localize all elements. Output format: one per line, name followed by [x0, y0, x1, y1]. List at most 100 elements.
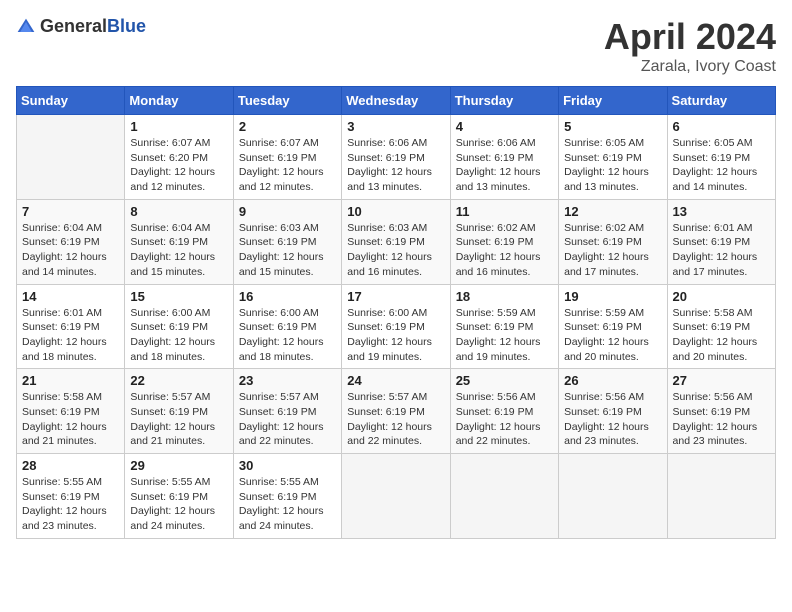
calendar-cell: 20 Sunrise: 5:58 AM Sunset: 6:19 PM Dayli… — [667, 284, 775, 369]
calendar-body: 1 Sunrise: 6:07 AM Sunset: 6:20 PM Daylig… — [17, 115, 776, 539]
day-number: 21 — [22, 373, 119, 388]
calendar-cell: 19 Sunrise: 5:59 AM Sunset: 6:19 PM Dayli… — [559, 284, 667, 369]
day-info: Sunrise: 6:00 AM Sunset: 6:19 PM Dayligh… — [347, 306, 444, 365]
day-info: Sunrise: 6:02 AM Sunset: 6:19 PM Dayligh… — [456, 221, 553, 280]
calendar-cell: 3Sunrise: 6:06 AM Sunset: 6:19 PM Daylig… — [342, 115, 450, 200]
day-number: 4 — [456, 119, 553, 134]
calendar-cell: 9 Sunrise: 6:03 AM Sunset: 6:19 PM Daylig… — [233, 199, 341, 284]
day-info: Sunrise: 6:02 AM Sunset: 6:19 PM Dayligh… — [564, 221, 661, 280]
calendar-cell — [342, 454, 450, 539]
logo-general-text: General — [40, 16, 107, 36]
calendar-cell: 10 Sunrise: 6:03 AM Sunset: 6:19 PM Dayli… — [342, 199, 450, 284]
calendar-cell: 11 Sunrise: 6:02 AM Sunset: 6:19 PM Dayli… — [450, 199, 558, 284]
day-number: 19 — [564, 289, 661, 304]
calendar-cell: 6 Sunrise: 6:05 AM Sunset: 6:19 PM Daylig… — [667, 115, 775, 200]
day-number: 12 — [564, 204, 661, 219]
weekday-header-cell: Thursday — [450, 87, 558, 115]
day-info: Sunrise: 6:05 AM Sunset: 6:19 PM Dayligh… — [673, 136, 770, 195]
day-number: 15 — [130, 289, 227, 304]
day-number: 9 — [239, 204, 336, 219]
day-number: 2 — [239, 119, 336, 134]
calendar-cell: 2 Sunrise: 6:07 AM Sunset: 6:19 PM Daylig… — [233, 115, 341, 200]
day-info: Sunrise: 5:56 AM Sunset: 6:19 PM Dayligh… — [456, 390, 553, 449]
calendar-cell: 21Sunrise: 5:58 AM Sunset: 6:19 PM Dayli… — [17, 369, 125, 454]
day-number: 26 — [564, 373, 661, 388]
calendar-week-row: 14Sunrise: 6:01 AM Sunset: 6:19 PM Dayli… — [17, 284, 776, 369]
day-number: 3 — [347, 119, 444, 134]
calendar-cell: 18Sunrise: 5:59 AM Sunset: 6:19 PM Dayli… — [450, 284, 558, 369]
calendar-cell: 14Sunrise: 6:01 AM Sunset: 6:19 PM Dayli… — [17, 284, 125, 369]
logo-icon — [16, 17, 36, 37]
location-title: Zarala, Ivory Coast — [604, 58, 776, 76]
calendar-cell: 1 Sunrise: 6:07 AM Sunset: 6:20 PM Daylig… — [125, 115, 233, 200]
calendar-cell — [667, 454, 775, 539]
day-number: 30 — [239, 458, 336, 473]
day-number: 25 — [456, 373, 553, 388]
calendar-cell: 23Sunrise: 5:57 AM Sunset: 6:19 PM Dayli… — [233, 369, 341, 454]
logo: GeneralBlue — [16, 16, 146, 37]
day-number: 11 — [456, 204, 553, 219]
calendar-week-row: 7 Sunrise: 6:04 AM Sunset: 6:19 PM Daylig… — [17, 199, 776, 284]
day-info: Sunrise: 5:55 AM Sunset: 6:19 PM Dayligh… — [22, 475, 119, 534]
day-info: Sunrise: 5:58 AM Sunset: 6:19 PM Dayligh… — [673, 306, 770, 365]
calendar-cell: 4 Sunrise: 6:06 AM Sunset: 6:19 PM Daylig… — [450, 115, 558, 200]
day-info: Sunrise: 6:04 AM Sunset: 6:19 PM Dayligh… — [22, 221, 119, 280]
day-number: 27 — [673, 373, 770, 388]
calendar-cell: 26 Sunrise: 5:56 AM Sunset: 6:19 PM Dayli… — [559, 369, 667, 454]
day-info: Sunrise: 5:56 AM Sunset: 6:19 PM Dayligh… — [673, 390, 770, 449]
weekday-header-cell: Sunday — [17, 87, 125, 115]
day-info: Sunrise: 6:07 AM Sunset: 6:20 PM Dayligh… — [130, 136, 227, 195]
weekday-header-row: SundayMondayTuesdayWednesdayThursdayFrid… — [17, 87, 776, 115]
weekday-header-cell: Friday — [559, 87, 667, 115]
calendar-cell — [559, 454, 667, 539]
calendar-cell: 22 Sunrise: 5:57 AM Sunset: 6:19 PM Dayli… — [125, 369, 233, 454]
day-number: 17 — [347, 289, 444, 304]
weekday-header-cell: Wednesday — [342, 87, 450, 115]
calendar-cell: 5Sunrise: 6:05 AM Sunset: 6:19 PM Daylig… — [559, 115, 667, 200]
day-number: 10 — [347, 204, 444, 219]
calendar-cell — [17, 115, 125, 200]
header: GeneralBlue April 2024 Zarala, Ivory Coa… — [16, 16, 776, 76]
day-info: Sunrise: 5:55 AM Sunset: 6:19 PM Dayligh… — [130, 475, 227, 534]
day-number: 6 — [673, 119, 770, 134]
day-number: 16 — [239, 289, 336, 304]
day-info: Sunrise: 6:04 AM Sunset: 6:19 PM Dayligh… — [130, 221, 227, 280]
calendar-cell: 13 Sunrise: 6:01 AM Sunset: 6:19 PM Dayli… — [667, 199, 775, 284]
weekday-header-cell: Saturday — [667, 87, 775, 115]
day-number: 22 — [130, 373, 227, 388]
day-info: Sunrise: 6:07 AM Sunset: 6:19 PM Dayligh… — [239, 136, 336, 195]
day-info: Sunrise: 6:00 AM Sunset: 6:19 PM Dayligh… — [239, 306, 336, 365]
day-info: Sunrise: 6:01 AM Sunset: 6:19 PM Dayligh… — [673, 221, 770, 280]
calendar-week-row: 28Sunrise: 5:55 AM Sunset: 6:19 PM Dayli… — [17, 454, 776, 539]
day-info: Sunrise: 5:56 AM Sunset: 6:19 PM Dayligh… — [564, 390, 661, 449]
weekday-header-cell: Tuesday — [233, 87, 341, 115]
day-info: Sunrise: 6:00 AM Sunset: 6:19 PM Dayligh… — [130, 306, 227, 365]
day-number: 5 — [564, 119, 661, 134]
day-number: 20 — [673, 289, 770, 304]
calendar-cell: 29 Sunrise: 5:55 AM Sunset: 6:19 PM Dayli… — [125, 454, 233, 539]
calendar-week-row: 1 Sunrise: 6:07 AM Sunset: 6:20 PM Daylig… — [17, 115, 776, 200]
calendar-cell: 16 Sunrise: 6:00 AM Sunset: 6:19 PM Dayli… — [233, 284, 341, 369]
day-info: Sunrise: 5:59 AM Sunset: 6:19 PM Dayligh… — [456, 306, 553, 365]
day-info: Sunrise: 6:06 AM Sunset: 6:19 PM Dayligh… — [456, 136, 553, 195]
title-area: April 2024 Zarala, Ivory Coast — [604, 16, 776, 76]
day-info: Sunrise: 6:03 AM Sunset: 6:19 PM Dayligh… — [347, 221, 444, 280]
day-number: 1 — [130, 119, 227, 134]
day-info: Sunrise: 5:57 AM Sunset: 6:19 PM Dayligh… — [347, 390, 444, 449]
calendar-cell: 24Sunrise: 5:57 AM Sunset: 6:19 PM Dayli… — [342, 369, 450, 454]
weekday-header-cell: Monday — [125, 87, 233, 115]
calendar-cell: 27 Sunrise: 5:56 AM Sunset: 6:19 PM Dayli… — [667, 369, 775, 454]
calendar-cell: 25 Sunrise: 5:56 AM Sunset: 6:19 PM Dayli… — [450, 369, 558, 454]
calendar-week-row: 21Sunrise: 5:58 AM Sunset: 6:19 PM Dayli… — [17, 369, 776, 454]
calendar-cell: 28Sunrise: 5:55 AM Sunset: 6:19 PM Dayli… — [17, 454, 125, 539]
day-info: Sunrise: 5:57 AM Sunset: 6:19 PM Dayligh… — [130, 390, 227, 449]
day-number: 29 — [130, 458, 227, 473]
day-info: Sunrise: 5:59 AM Sunset: 6:19 PM Dayligh… — [564, 306, 661, 365]
day-number: 7 — [22, 204, 119, 219]
calendar-cell: 15 Sunrise: 6:00 AM Sunset: 6:19 PM Dayli… — [125, 284, 233, 369]
day-number: 13 — [673, 204, 770, 219]
day-info: Sunrise: 6:03 AM Sunset: 6:19 PM Dayligh… — [239, 221, 336, 280]
calendar-cell: 7 Sunrise: 6:04 AM Sunset: 6:19 PM Daylig… — [17, 199, 125, 284]
month-title: April 2024 — [604, 16, 776, 58]
day-info: Sunrise: 6:01 AM Sunset: 6:19 PM Dayligh… — [22, 306, 119, 365]
